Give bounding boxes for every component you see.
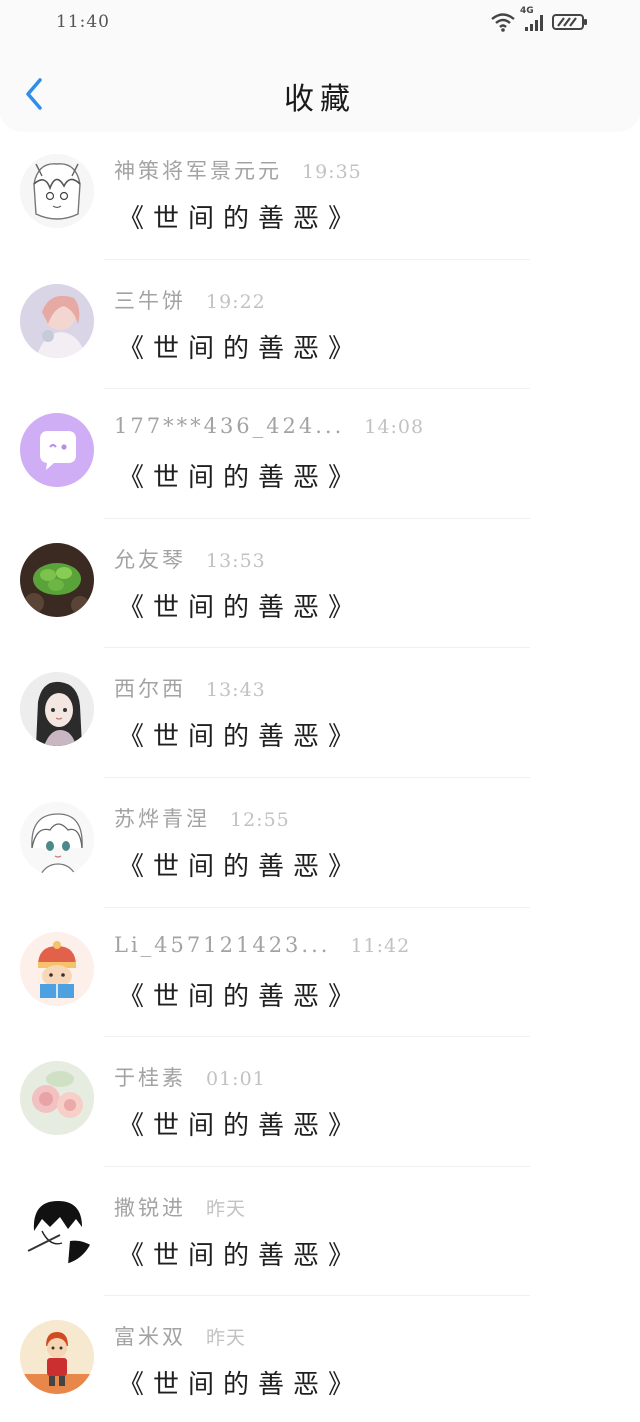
book-title: 《世间的善恶》 — [118, 1111, 364, 1142]
item-time: 昨天 — [206, 1197, 247, 1220]
avatar[interactable] — [20, 801, 94, 876]
battery-icon — [552, 12, 588, 36]
book-title: 《世间的善恶》 — [118, 1370, 364, 1401]
status-time: 11:40 — [56, 12, 110, 32]
network-type: 4G — [520, 6, 534, 16]
item-meta: 撒锐进 昨天 — [114, 1192, 246, 1222]
book-title: 《世间的善恶》 — [118, 1240, 364, 1271]
list-item[interactable]: 撒锐进 昨天 《世间的善恶》 — [0, 1167, 640, 1297]
item-time: 19:22 — [206, 290, 266, 313]
item-time: 13:43 — [206, 679, 266, 702]
avatar[interactable] — [20, 154, 94, 228]
book-title: 《世间的善恶》 — [118, 722, 364, 753]
avatar[interactable] — [20, 413, 94, 488]
item-time: 19:35 — [302, 161, 362, 183]
list-item[interactable]: 177***436_424... 14:08 《世间的善恶》 — [0, 389, 640, 519]
user-name: 西尔西 — [114, 677, 186, 702]
list-item[interactable]: 允友琴 13:53 《世间的善恶》 — [0, 519, 640, 649]
user-name: 神策将军景元元 — [114, 159, 282, 183]
user-name: 撒锐进 — [114, 1195, 186, 1220]
item-meta: Li_457121423... 11:42 — [114, 933, 410, 963]
item-meta: 西尔西 13:43 — [114, 673, 266, 703]
avatar[interactable] — [20, 1061, 94, 1136]
item-time: 14:08 — [364, 416, 425, 439]
book-title: 《世间的善恶》 — [118, 333, 364, 364]
item-meta: 177***436_424... 14:08 — [114, 414, 424, 444]
list-item[interactable]: 西尔西 13:43 《世间的善恶》 — [0, 648, 640, 778]
user-name: 允友琴 — [114, 547, 186, 572]
user-name: 富米双 — [114, 1325, 186, 1350]
avatar[interactable] — [20, 1320, 94, 1395]
list-item[interactable]: 富米双 昨天 《世间的善恶》 — [0, 1296, 640, 1422]
avatar[interactable] — [20, 1190, 94, 1265]
item-time: 昨天 — [206, 1327, 247, 1350]
avatar[interactable] — [20, 672, 94, 747]
book-title: 《世间的善恶》 — [118, 463, 364, 494]
item-meta: 神策将军景元元 19:35 — [114, 155, 362, 185]
book-title: 《世间的善恶》 — [118, 981, 364, 1012]
user-name: 177***436_424... — [114, 414, 345, 439]
favorites-list: 神策将军景元元 19:35 《世间的善恶》 三牛饼 19:22 《世间的善恶》 — [0, 130, 640, 1422]
user-name: 于桂素 — [114, 1066, 186, 1091]
item-meta: 允友琴 13:53 — [114, 544, 266, 574]
user-name: 苏烨青涅 — [114, 806, 210, 831]
user-name: Li_457121423... — [114, 932, 331, 957]
book-title: 《世间的善恶》 — [118, 851, 364, 882]
item-time: 12:55 — [230, 808, 290, 831]
item-meta: 苏烨青涅 12:55 — [114, 803, 290, 833]
list-item[interactable]: 于桂素 01:01 《世间的善恶》 — [0, 1037, 640, 1167]
avatar[interactable] — [20, 542, 94, 617]
status-icons: 4G — [490, 6, 588, 36]
book-title: 《世间的善恶》 — [118, 204, 364, 234]
list-item[interactable]: 苏烨青涅 12:55 《世间的善恶》 — [0, 778, 640, 908]
page-title: 收藏 — [284, 82, 356, 117]
list-item[interactable]: 三牛饼 19:22 《世间的善恶》 — [0, 260, 640, 390]
item-meta: 富米双 昨天 — [114, 1321, 246, 1351]
list-item[interactable]: Li_457121423... 11:42 《世间的善恶》 — [0, 908, 640, 1038]
item-meta: 于桂素 01:01 — [114, 1062, 266, 1092]
item-time: 13:53 — [206, 549, 266, 572]
avatar[interactable] — [20, 283, 94, 358]
item-time: 11:42 — [350, 934, 411, 957]
item-meta: 三牛饼 19:22 — [114, 285, 266, 315]
avatar[interactable] — [20, 931, 94, 1006]
book-title: 《世间的善恶》 — [118, 592, 364, 623]
item-time: 01:01 — [206, 1068, 266, 1091]
cellular-icon: 4G — [520, 6, 546, 36]
wifi-icon — [490, 12, 516, 36]
status-bar: 11:40 4G — [0, 0, 640, 46]
user-name: 三牛饼 — [114, 288, 186, 313]
list-item[interactable]: 神策将军景元元 19:35 《世间的善恶》 — [0, 130, 640, 260]
header: 收藏 — [0, 46, 640, 130]
